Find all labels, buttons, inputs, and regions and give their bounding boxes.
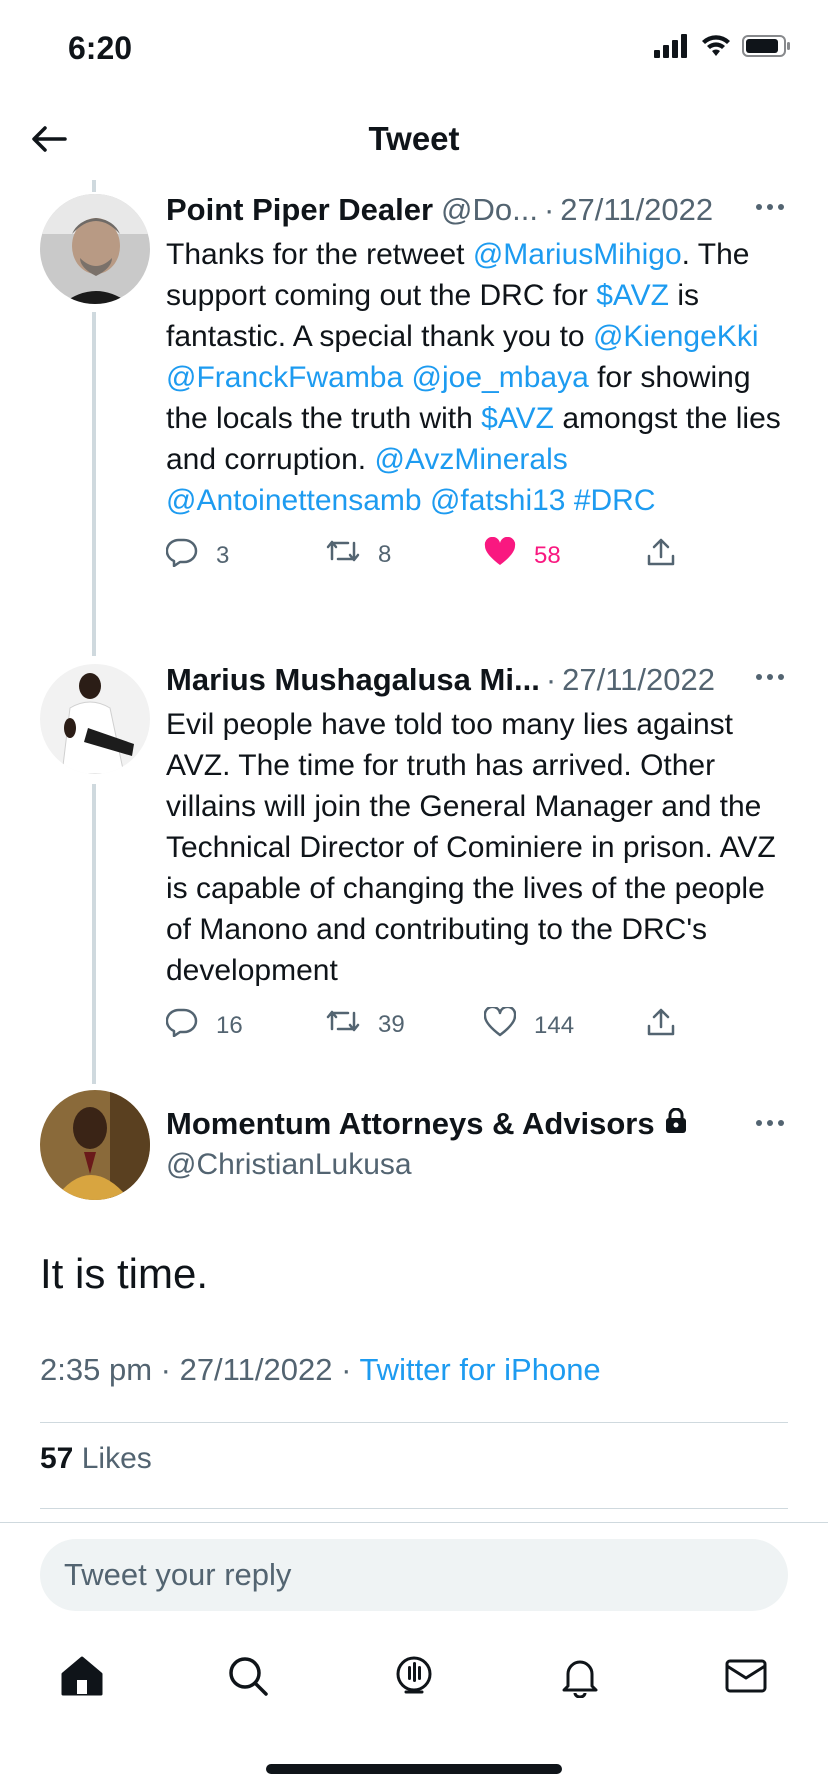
share-icon <box>646 537 676 574</box>
home-icon <box>59 1654 105 1703</box>
separator-dot: · <box>160 1352 180 1387</box>
author-name[interactable]: Point Piper Dealer <box>166 192 433 228</box>
avatar[interactable] <box>40 194 150 304</box>
thread-connector <box>92 180 96 192</box>
thread-connector <box>92 784 96 1084</box>
tweet-actions: 3 8 58 <box>165 536 788 587</box>
thread-connector <box>92 312 96 656</box>
status-bar: 6:20 <box>0 0 828 100</box>
mention-link[interactable]: @MariusMihigo <box>473 238 682 271</box>
tweet-meta: 2:35 pm · 27/11/2022 · Twitter for iPhon… <box>40 1352 601 1388</box>
likes-label: Likes <box>81 1442 152 1475</box>
battery-icon <box>742 34 792 63</box>
like-button[interactable]: 58 <box>484 536 561 574</box>
share-button[interactable] <box>646 1007 676 1044</box>
text-segment <box>422 484 430 517</box>
more-button[interactable] <box>752 662 788 692</box>
tweet-date[interactable]: 27/11/2022 <box>560 192 713 228</box>
heart-filled-icon <box>484 536 516 574</box>
heart-icon <box>483 1005 517 1044</box>
retweet-count: 8 <box>378 540 392 568</box>
author-handle[interactable]: @Do... <box>441 192 538 228</box>
lock-icon <box>665 1106 687 1142</box>
more-icon <box>755 198 785 216</box>
tweet-text: Thanks for the retweet @MariusMihigo. Th… <box>166 234 788 521</box>
tweet-time: 2:35 pm <box>40 1352 153 1387</box>
mention-link[interactable]: @AvzMinerals <box>374 443 567 476</box>
bell-icon <box>558 1654 602 1703</box>
avatar[interactable] <box>40 1090 150 1200</box>
divider <box>40 1508 788 1509</box>
more-button[interactable] <box>752 192 788 222</box>
tweet-actions: 16 39 144 <box>165 1005 788 1057</box>
author-name[interactable]: Marius Mushagalusa Mi... <box>166 662 540 698</box>
like-button[interactable]: 144 <box>483 1005 575 1044</box>
separator-dot: · <box>543 192 555 227</box>
mention-link[interactable]: $AVZ <box>481 402 554 435</box>
reply-icon <box>165 1007 198 1044</box>
likes-stat[interactable]: 57 Likes <box>40 1442 152 1476</box>
spaces-icon <box>392 1654 436 1703</box>
like-count: 144 <box>534 1011 575 1039</box>
more-button[interactable] <box>752 1108 788 1138</box>
avatar[interactable] <box>40 664 150 774</box>
retweet-button[interactable]: 8 <box>326 537 391 572</box>
like-count: 58 <box>534 541 561 569</box>
tweet-text: It is time. <box>40 1250 209 1297</box>
mention-link[interactable]: @KiengeKki <box>593 320 759 353</box>
text-segment: Evil people have told too many lies agai… <box>166 708 776 987</box>
wifi-icon <box>700 34 732 63</box>
separator-dot: · <box>341 1352 360 1387</box>
reply-button[interactable]: 3 <box>165 537 230 574</box>
signal-icon <box>654 34 690 63</box>
mail-icon <box>724 1656 768 1701</box>
reply-input[interactable] <box>40 1539 788 1611</box>
reply-count: 3 <box>216 541 230 569</box>
more-icon <box>755 668 785 686</box>
search-icon <box>226 1654 270 1703</box>
author-name[interactable]: Momentum Attorneys & Advisors <box>166 1106 655 1142</box>
divider <box>40 1422 788 1423</box>
retweet-count: 39 <box>378 1010 405 1038</box>
retweet-button[interactable]: 39 <box>326 1007 405 1042</box>
tab-spaces[interactable] <box>384 1648 444 1708</box>
tab-home[interactable] <box>52 1648 112 1708</box>
reply-icon <box>165 537 198 574</box>
nav-header: Tweet <box>0 100 828 180</box>
mention-link[interactable]: #DRC <box>574 484 656 517</box>
reply-button[interactable]: 16 <box>165 1007 243 1044</box>
tab-notifications[interactable] <box>550 1648 610 1708</box>
page-title: Tweet <box>368 120 460 157</box>
tab-messages[interactable] <box>716 1648 776 1708</box>
mention-link[interactable]: @FranckFwamba <box>166 361 403 394</box>
reply-count: 16 <box>216 1011 243 1039</box>
text-segment <box>403 361 411 394</box>
tweet-source-link[interactable]: Twitter for iPhone <box>359 1352 600 1387</box>
share-button[interactable] <box>646 537 676 574</box>
author-handle[interactable]: @ChristianLukusa <box>166 1148 412 1182</box>
mention-link[interactable]: $AVZ <box>596 279 669 312</box>
tweet-text: Evil people have told too many lies agai… <box>166 704 788 991</box>
reply-composer <box>0 1522 828 1642</box>
mention-link[interactable]: @Antoinettensamb <box>166 484 422 517</box>
more-icon <box>755 1114 785 1132</box>
share-icon <box>646 1007 676 1044</box>
tweet-date[interactable]: 27/11/2022 <box>562 662 715 698</box>
tweet-date: 27/11/2022 <box>179 1352 333 1387</box>
status-icons <box>654 34 792 63</box>
retweet-icon <box>326 1007 360 1042</box>
text-segment: Thanks for the retweet <box>166 238 473 271</box>
separator-dot: · <box>545 662 557 697</box>
mention-link[interactable]: @fatshi13 <box>430 484 566 517</box>
status-time: 6:20 <box>68 30 133 66</box>
likes-count: 57 <box>40 1442 74 1475</box>
mention-link[interactable]: @joe_mbaya <box>412 361 589 394</box>
home-indicator[interactable] <box>266 1764 562 1774</box>
tab-bar <box>0 1640 828 1730</box>
tab-search[interactable] <box>218 1648 278 1708</box>
text-segment <box>565 484 573 517</box>
retweet-icon <box>326 537 360 572</box>
